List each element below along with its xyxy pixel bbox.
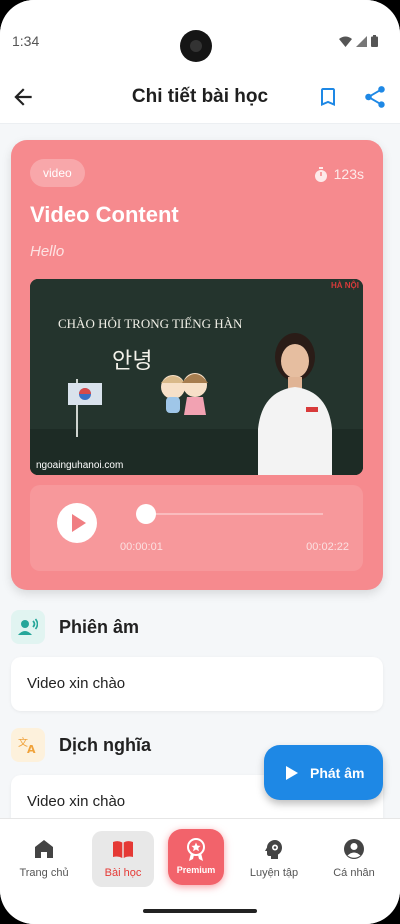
brand-logo: HÀ NỘI	[331, 281, 359, 290]
progress-track[interactable]	[145, 513, 323, 515]
video-thumbnail[interactable]: CHÀO HỎI TRONG TIẾNG HÀN 안녕 ngoainguhano…	[30, 279, 363, 475]
board-caption: CHÀO HỎI TRONG TIẾNG HÀN	[58, 316, 243, 331]
battery-icon	[371, 35, 378, 47]
nav-label-lessons: Bài học	[104, 867, 142, 879]
nav-label-home: Trang chủ	[19, 867, 69, 879]
pronunciation-content-box: Video xin chào	[11, 657, 383, 711]
korean-greeting: 안녕	[112, 348, 153, 373]
gesture-home-indicator[interactable]	[143, 909, 257, 913]
svg-text:A: A	[27, 743, 36, 754]
translate-icon: 文A	[11, 728, 45, 762]
progress-knob[interactable]	[136, 504, 157, 524]
translation-text: Video xin chào	[27, 793, 126, 810]
total-time: 00:02:22	[306, 541, 349, 553]
website-watermark: ngoainguhanoi.com	[36, 460, 124, 471]
lesson-type-badge: video	[30, 159, 85, 187]
pronounce-button[interactable]: Phát âm	[264, 745, 383, 800]
pronunciation-title: Phiên âm	[59, 616, 140, 637]
duration-text: 123s	[333, 166, 364, 182]
premium-icon	[187, 838, 205, 861]
translation-title: Dịch nghĩa	[59, 734, 152, 755]
nav-item-premium[interactable]: Premium	[168, 829, 224, 885]
nav-item-profile[interactable]: Cá nhân	[323, 831, 385, 887]
nav-label-profile: Cá nhân	[333, 867, 375, 879]
play-button[interactable]	[57, 503, 97, 543]
lesson-title: Video Content	[30, 202, 179, 227]
profile-icon	[344, 839, 364, 859]
status-time: 1:34	[12, 33, 40, 49]
nav-item-practice[interactable]: Luyện tập	[243, 831, 305, 887]
pronounce-button-label: Phát âm	[310, 764, 365, 781]
phone-frame: 1:34 Chi tiết bài học video 123s Video C…	[0, 0, 400, 924]
video-lesson-card: video 123s Video Content Hello CHÀO HỎI …	[11, 140, 383, 590]
lesson-subtitle: Hello	[30, 243, 65, 260]
screen: 1:34 Chi tiết bài học video 123s Video C…	[0, 0, 400, 924]
current-time: 00:00:01	[120, 541, 163, 553]
lesson-duration: 123s	[314, 166, 364, 182]
pronunciation-icon	[11, 610, 45, 644]
home-icon	[35, 840, 53, 858]
pronunciation-section-header: Phiên âm	[11, 610, 139, 644]
page-title: Chi tiết bài học	[131, 86, 269, 107]
signal-icon	[356, 35, 367, 47]
timer-icon	[314, 166, 327, 182]
thumbnail-illustration	[30, 279, 363, 475]
play-icon	[286, 765, 298, 780]
media-player: 00:00:01 00:02:22	[30, 485, 363, 571]
nav-item-lessons[interactable]: Bài học	[92, 831, 154, 887]
bookmark-icon[interactable]	[316, 84, 340, 110]
status-bar: 1:34	[0, 0, 400, 72]
wifi-icon	[339, 36, 352, 47]
app-bar: Chi tiết bài học	[0, 72, 400, 124]
nav-label-practice: Luyện tập	[249, 867, 299, 879]
status-icons	[339, 35, 378, 47]
translation-section-header: 文A Dịch nghĩa	[11, 728, 151, 762]
book-icon	[113, 841, 133, 858]
share-icon[interactable]	[362, 84, 388, 110]
bottom-navigation: Trang chủ Bài học Premium Luyện tập Cá n…	[0, 818, 400, 924]
pronunciation-text: Video xin chào	[27, 675, 126, 692]
front-camera	[180, 30, 212, 62]
nav-item-home[interactable]: Trang chủ	[13, 831, 75, 887]
practice-icon	[265, 840, 282, 859]
nav-label-premium: Premium	[176, 865, 216, 875]
